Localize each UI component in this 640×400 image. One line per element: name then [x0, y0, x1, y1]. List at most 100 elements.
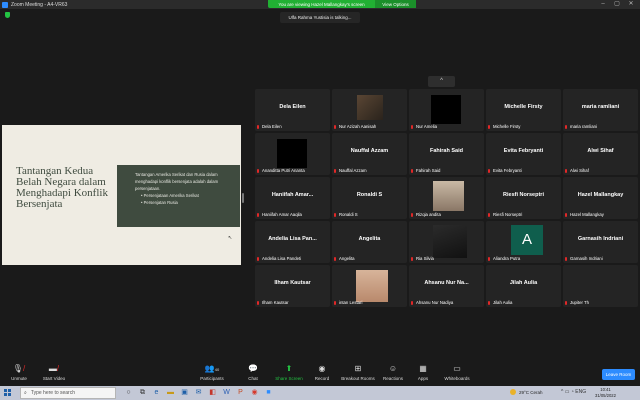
- word-icon[interactable]: W: [222, 388, 231, 398]
- breakout-rooms-button[interactable]: ⊞ Breakout Rooms: [340, 364, 376, 384]
- participant-tile[interactable]: Garnasih Indriani Garnasih Indriani: [563, 221, 638, 263]
- taskbar-clock[interactable]: 10:41 31/05/2022: [595, 387, 616, 399]
- sun-icon: [510, 389, 516, 395]
- participant-tile[interactable]: Nur Azizah Aanisah: [332, 89, 407, 131]
- participant-tile[interactable]: Dela Eilen Dela Eilen: [255, 89, 330, 131]
- edge-icon[interactable]: e: [152, 388, 161, 398]
- start-video-button[interactable]: ▬/ Start Video: [40, 364, 68, 384]
- participant-name-large: Garnasih Indriani: [577, 236, 624, 242]
- participants-button[interactable]: 👥40 Participants: [198, 364, 226, 384]
- participant-tile[interactable]: Ahsanu Nur Na... Ahsanu Nur Nadiya: [409, 265, 484, 307]
- participant-tile[interactable]: Ronaldi S Ronaldi S: [332, 177, 407, 219]
- system-tray[interactable]: ^ ▭ ◔ ENG: [561, 389, 586, 395]
- participant-tile[interactable]: Alwi Sihaf Alwi Sihaf: [563, 133, 638, 175]
- participant-tile[interactable]: Rizqia andita: [409, 177, 484, 219]
- powerpoint-icon[interactable]: P: [236, 388, 245, 398]
- muted-mic-icon: [257, 300, 259, 305]
- participant-name: Ria Silvia: [416, 256, 434, 261]
- chrome-icon[interactable]: ◉: [250, 388, 259, 398]
- participant-tile[interactable]: Ilham Kautsar Ilham Kautsar: [255, 265, 330, 307]
- participant-tile[interactable]: Riesfi Norseptri Riesfi Norseptri: [486, 177, 561, 219]
- share-screen-icon: ⬆: [285, 364, 293, 373]
- participant-name: Nur Amelia: [416, 124, 438, 129]
- participant-tile[interactable]: Ananditta Putri Ananta: [255, 133, 330, 175]
- participant-tile[interactable]: Jupiter Th: [563, 265, 638, 307]
- muted-mic-icon: [257, 124, 259, 129]
- mail-icon[interactable]: ✉: [194, 388, 203, 398]
- participant-tile[interactable]: A Aliandra Putra: [486, 221, 561, 263]
- participant-caption: Nauffal Azzam: [334, 168, 367, 173]
- participant-caption: Rizqia andita: [411, 212, 441, 217]
- leave-room-button[interactable]: Leave Room: [602, 369, 635, 380]
- participant-caption: Dela Eilen: [257, 124, 282, 129]
- windows-start-icon[interactable]: [4, 389, 12, 397]
- gallery-scroll-up-button[interactable]: ^: [428, 76, 455, 87]
- muted-mic-icon: [411, 212, 413, 217]
- participants-icon: 👥40: [204, 364, 220, 373]
- cortana-icon[interactable]: ○: [124, 388, 133, 398]
- zoom-app-icon: [2, 1, 8, 8]
- participant-caption: Evita Febryanti: [488, 168, 522, 173]
- muted-mic-icon: [257, 256, 259, 261]
- video-off-icon: ▬/: [48, 364, 60, 373]
- reactions-button[interactable]: ☺ Reactions: [381, 364, 405, 384]
- participant-tile[interactable]: Andelia Lisa Pan... Andelia Lisa Pandeti: [255, 221, 330, 263]
- participant-tile[interactable]: Hazel Mallangkay Hazel Mallangkay: [563, 177, 638, 219]
- zoom-taskbar-icon[interactable]: ■: [264, 388, 273, 398]
- participant-name-large: Hazel Mallangkay: [577, 192, 624, 198]
- participant-name-large: Andelia Lisa Pan...: [268, 236, 317, 242]
- chat-button[interactable]: 💬 Chat: [245, 364, 261, 384]
- windows-taskbar: ⌕ Type here to search ○ ⧉ e ▬ ▣ ✉ ◧ W P …: [0, 386, 640, 400]
- file-explorer-icon[interactable]: ▬: [166, 388, 175, 398]
- participant-caption: Nur Azizah Aanisah: [334, 124, 376, 129]
- view-options-button[interactable]: View Options: [375, 0, 416, 8]
- muted-mic-icon: [488, 300, 490, 305]
- maximize-icon[interactable]: ▢: [610, 0, 624, 9]
- participant-tile[interactable]: Nur Amelia: [409, 89, 484, 131]
- participant-tile[interactable]: Haniifah Amar... Haniifah Amar Aaqila: [255, 177, 330, 219]
- weather-widget[interactable]: 29°C Cerah: [510, 389, 543, 395]
- participant-caption: Nur Amelia: [411, 124, 437, 129]
- participant-tile[interactable]: Fahirah Said Fahirah Said: [409, 133, 484, 175]
- participant-name-large: Dela Eilen: [279, 104, 306, 110]
- taskbar-search-box[interactable]: ⌕ Type here to search: [20, 387, 116, 399]
- store-icon[interactable]: ▣: [180, 388, 189, 398]
- participant-tile[interactable]: Evita Febryanti Evita Febryanti: [486, 133, 561, 175]
- participant-name: Nauffal Azzam: [339, 168, 367, 173]
- muted-mic-icon: [411, 256, 413, 261]
- whiteboard-icon: ▭: [453, 364, 461, 373]
- participant-tile[interactable]: Nauffal Azzam Nauffal Azzam: [332, 133, 407, 175]
- participant-video: [433, 225, 467, 258]
- participant-tile[interactable]: maria ramliani maria ramliani: [563, 89, 638, 131]
- share-screen-button[interactable]: ⬆ Share Screen: [274, 364, 304, 384]
- security-shield-icon[interactable]: [5, 12, 10, 18]
- muted-mic-icon: [565, 300, 567, 305]
- office-icon[interactable]: ◧: [208, 388, 217, 398]
- participant-name-large: Evita Febryanti: [503, 148, 544, 154]
- slide-bullet: • Persenjatan Rusia: [141, 200, 178, 205]
- record-button[interactable]: ◉ Record: [313, 364, 331, 384]
- apps-button[interactable]: ▦ Apps: [416, 364, 430, 384]
- task-view-icon[interactable]: ⧉: [138, 388, 147, 398]
- split-view-drag-handle[interactable]: [242, 193, 244, 203]
- participant-caption: Aliandra Putra: [488, 256, 520, 261]
- muted-mic-icon: [565, 212, 567, 217]
- participant-gallery: Dela Eilen Dela Eilen Nur Azizah Aanisah Nu…: [255, 89, 638, 307]
- participant-tile[interactable]: intan Lestari: [332, 265, 407, 307]
- participant-tile[interactable]: Angelita Angelita: [332, 221, 407, 263]
- participant-caption: Ria Silvia: [411, 256, 434, 261]
- participant-tile[interactable]: Ria Silvia: [409, 221, 484, 263]
- participant-name-large: Fahirah Said: [429, 148, 463, 154]
- whiteboards-button[interactable]: ▭ Whiteboards: [441, 364, 473, 384]
- minimize-icon[interactable]: –: [596, 0, 610, 9]
- unmute-button[interactable]: 🎙/ Unmute: [6, 364, 32, 384]
- participant-tile[interactable]: Michelle Firsty Michelle Firsty: [486, 89, 561, 131]
- muted-mic-icon: [334, 212, 336, 217]
- muted-mic-icon: [565, 168, 567, 173]
- participant-name: Evita Febryanti: [493, 168, 522, 173]
- participant-name-large: Alwi Sihaf: [587, 148, 614, 154]
- close-icon[interactable]: ✕: [624, 0, 638, 9]
- muted-mic-icon: [565, 124, 567, 129]
- participant-tile[interactable]: Jilah Aulia Jilah Aulia: [486, 265, 561, 307]
- participant-name-large: Riesfi Norseptri: [503, 192, 544, 198]
